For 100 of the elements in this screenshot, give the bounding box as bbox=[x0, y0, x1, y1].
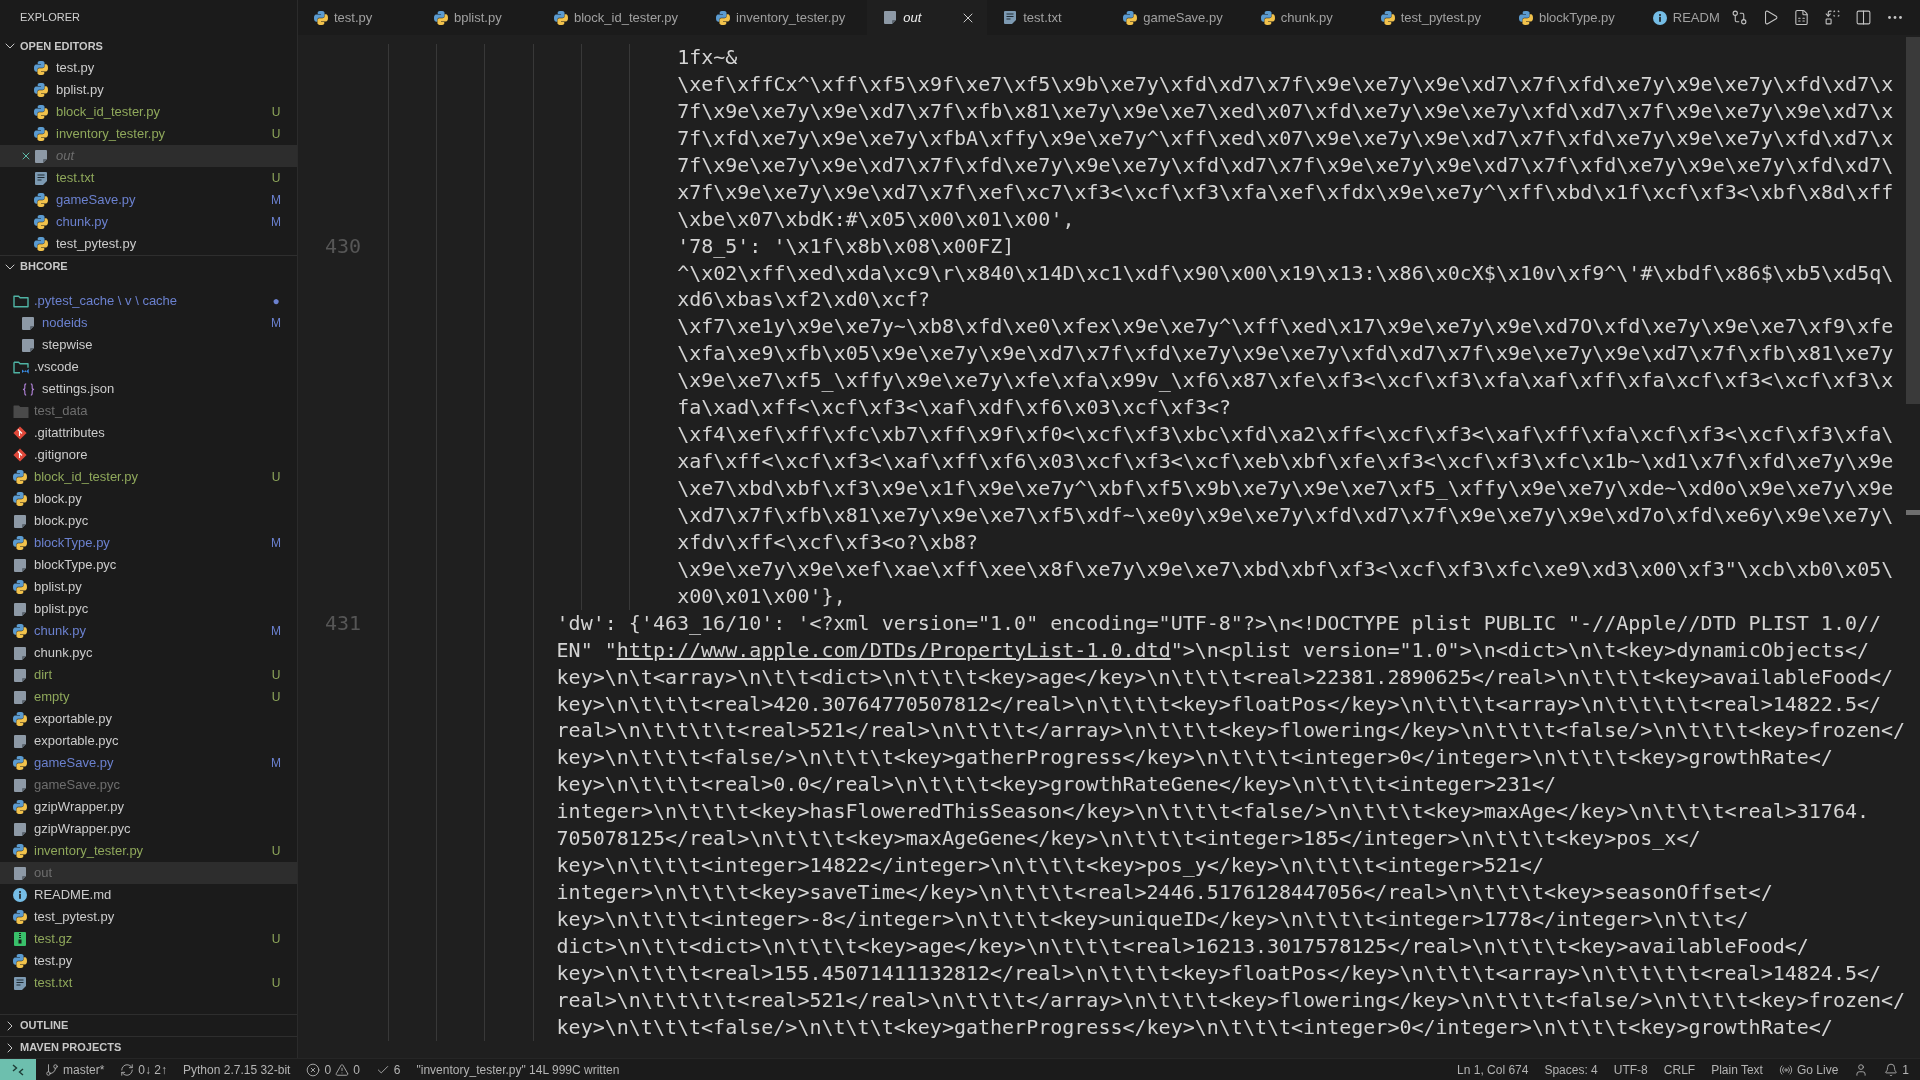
file-item[interactable]: gzipWrapper.pyc bbox=[0, 818, 297, 840]
editor-tab[interactable]: block_id_tester.py bbox=[538, 0, 701, 35]
git-status: M bbox=[270, 623, 282, 640]
status-item[interactable]: UTF-8 bbox=[1608, 1058, 1653, 1080]
file-item[interactable]: empty U bbox=[0, 686, 297, 708]
file-item[interactable]: blockType.py M bbox=[0, 532, 297, 554]
code-line: integer>\n\t\t\t<key>saveTime</key>\n\t\t\t<real>2446.5176128447056</real>\n\t\t\t<key>seasonOffset</ bbox=[556, 879, 1773, 906]
branch-button[interactable]: master* bbox=[40, 1058, 110, 1080]
editor-tab[interactable]: inventory_tester.py bbox=[700, 0, 868, 35]
remote-button[interactable] bbox=[0, 1059, 36, 1080]
sync-button[interactable]: 0↓ 2↑ bbox=[115, 1058, 173, 1080]
git-status: U bbox=[270, 126, 282, 143]
python-icon bbox=[34, 105, 48, 119]
code-line: 1fx~& bbox=[677, 44, 738, 71]
status-item[interactable]: Plain Text bbox=[1706, 1058, 1768, 1080]
python-icon bbox=[554, 10, 568, 25]
scrollbar-thumb[interactable] bbox=[1906, 37, 1920, 404]
folder-item[interactable]: .pytest_cache \ v \ cache ● bbox=[0, 290, 297, 312]
python-icon bbox=[434, 10, 448, 25]
file-item[interactable]: bplist.pyc bbox=[0, 598, 297, 620]
folder-item[interactable]: .vscode bbox=[0, 356, 297, 378]
file-item[interactable]: nodeids M bbox=[0, 312, 297, 334]
python-icon bbox=[34, 193, 48, 207]
section-header[interactable]: OPEN EDITORS bbox=[0, 35, 297, 57]
status-item[interactable]: "inventory_tester.py" 14L 999C written bbox=[411, 1058, 625, 1080]
editor-tab[interactable]: out bbox=[867, 0, 988, 35]
code-line: integer>\n\t\t\t<key>hasFloweredThisSeason</key>\n\t\t\t<false/>\n\t\t\t<key>maxAge</key>\n\t\t\t<real>31764. bbox=[556, 798, 1870, 826]
open-editor-item[interactable]: test_pytest.py bbox=[0, 233, 297, 255]
close-editor-button[interactable] bbox=[20, 150, 32, 162]
status-item[interactable]: Ln 1, Col 674 bbox=[1452, 1058, 1534, 1080]
file-item[interactable]: .gitignore bbox=[0, 444, 297, 466]
file-item[interactable]: chunk.py M bbox=[0, 620, 297, 642]
file-item[interactable]: README.md bbox=[0, 884, 297, 906]
code-line: xaf\xff<\xcf\xf3<\xaf\xff\xf6\x03\xcf\xf3<\xcf\xeb\xbf\xfe\xf3<\xcf\xf3\xfc\x1b~\xd1\x7f\xfd\xe7y\x9e bbox=[677, 448, 1894, 475]
editor-tab[interactable]: READM bbox=[1636, 0, 1724, 35]
editor-tab[interactable]: gameSave.py bbox=[1107, 0, 1245, 35]
status-item[interactable]: Spaces: 4 bbox=[1539, 1058, 1603, 1080]
editor-tab[interactable]: chunk.py bbox=[1244, 0, 1365, 35]
person-icon bbox=[1854, 1062, 1869, 1077]
file-item[interactable]: test.py bbox=[0, 950, 297, 972]
open-editor-item[interactable]: test.py bbox=[0, 57, 297, 79]
section-header[interactable]: BHCORE bbox=[0, 255, 297, 277]
section-header[interactable]: OUTLINE bbox=[0, 1014, 297, 1036]
code-line: EN" "http://www.apple.com/DTDs/PropertyList-1.0.dtd">\n<plist version="1.0">\n<dict>\n\t<key>dynamicObjects</ bbox=[556, 636, 1870, 664]
file-icon bbox=[35, 149, 47, 163]
file-item[interactable]: block.py bbox=[0, 488, 297, 510]
python-icon bbox=[13, 800, 27, 814]
file-item[interactable]: blockType.pyc bbox=[0, 554, 297, 576]
file-item[interactable]: stepwise bbox=[0, 334, 297, 356]
open-editor-item[interactable]: block_id_tester.py U bbox=[0, 101, 297, 123]
python-icon bbox=[34, 83, 48, 97]
code-line: key>\n\t\t\t<real>420.30764770507812</real>\n\t\t\t<key>floatPos</key>\n\t\t\t<array>\n\t\t\t\t<real>14822.5</ bbox=[556, 690, 1882, 718]
open-editor-item[interactable]: bplist.py bbox=[0, 79, 297, 101]
open-editor-item[interactable]: gameSave.py M bbox=[0, 189, 297, 211]
file-item[interactable]: block.pyc bbox=[0, 510, 297, 532]
file-item[interactable]: chunk.pyc bbox=[0, 642, 297, 664]
file-item[interactable]: test_pytest.py bbox=[0, 906, 297, 928]
python-icon bbox=[34, 61, 48, 75]
problems-button[interactable]: 0 0 bbox=[301, 1058, 365, 1080]
file-item[interactable]: inventory_tester.py U bbox=[0, 840, 297, 862]
editor-tab[interactable]: bplist.py bbox=[418, 0, 538, 35]
git-status: ● bbox=[271, 293, 281, 310]
python-icon bbox=[1380, 10, 1395, 25]
code-line: \xbe\x07\xbdK:#\x05\x00\x01\x00', bbox=[677, 205, 1075, 233]
open-editor-item[interactable]: chunk.py M bbox=[0, 211, 297, 233]
file-item[interactable]: block_id_tester.py U bbox=[0, 466, 297, 488]
code-line: 7f\x9e\xe7y\x9e\xd7\x7f\xfb\x81\xe7y\x9e\xe7\xed\x07\xfd\xe7y\x9e\xe7y\xfd\xd7\x7f\x9e\xe7y\x9e\xd7\x bbox=[677, 97, 1894, 125]
file-item[interactable]: exportable.py bbox=[0, 708, 297, 730]
file-item[interactable]: test.txt U bbox=[0, 972, 297, 994]
code-line: 705078125</real>\n\t\t\t<key>maxAgeGene</key>\n\t\t\t<integer>185</integer>\n\t\t\t<key>pos_x</ bbox=[556, 825, 1701, 853]
file-item[interactable]: bplist.py bbox=[0, 576, 297, 598]
editor-tab[interactable]: test.py bbox=[298, 0, 418, 35]
notifications-button[interactable]: 1 bbox=[1879, 1058, 1914, 1080]
status-item[interactable]: CRLF bbox=[1658, 1058, 1701, 1080]
code-line: key>\n\t\t\t<real>155.45071411132812</real>\n\t\t\t<key>floatPos</key>\n\t\t\t<array>\n\t\t\t\t<real>14824.5</ bbox=[556, 959, 1882, 987]
file-item[interactable]: gameSave.py M bbox=[0, 752, 297, 774]
url-link[interactable]: http://www.apple.com/DTDs/PropertyList-1.0.dtd bbox=[616, 637, 1171, 662]
open-editor-item[interactable]: test.txt U bbox=[0, 167, 297, 189]
broadcast-icon bbox=[1778, 1062, 1793, 1077]
editor-tab[interactable]: test.txt bbox=[987, 0, 1108, 35]
status-item[interactable]: Python 2.7.15 32-bit bbox=[178, 1058, 296, 1080]
file-item[interactable]: gzipWrapper.py bbox=[0, 796, 297, 818]
file-icon bbox=[14, 690, 26, 704]
go-live-button[interactable]: Go Live bbox=[1773, 1058, 1844, 1080]
bell-icon bbox=[1884, 1062, 1899, 1077]
python-icon bbox=[13, 624, 27, 638]
file-item[interactable]: settings.json bbox=[0, 378, 297, 400]
editor-tab[interactable]: blockType.py bbox=[1502, 0, 1637, 35]
error-icon bbox=[306, 1062, 321, 1077]
editor-tab[interactable]: test_pytest.py bbox=[1364, 0, 1503, 35]
checks-button[interactable]: 6 bbox=[370, 1058, 406, 1080]
file-item[interactable]: test.gz U bbox=[0, 928, 297, 950]
file-item[interactable]: .gitattributes bbox=[0, 422, 297, 444]
open-editor-item[interactable]: inventory_tester.py U bbox=[0, 123, 297, 145]
file-item[interactable]: exportable.pyc bbox=[0, 730, 297, 752]
python-icon bbox=[13, 536, 27, 550]
close-icon bbox=[20, 150, 32, 162]
git-status: U bbox=[270, 931, 282, 948]
file-item[interactable]: dirt U bbox=[0, 664, 297, 686]
git-icon bbox=[13, 426, 27, 440]
